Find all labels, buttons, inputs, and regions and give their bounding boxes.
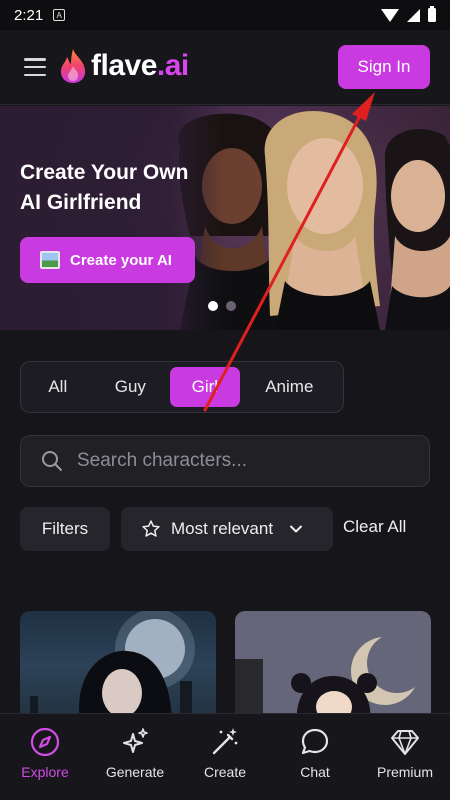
banner-title-line2: AI Girlfriend bbox=[20, 191, 142, 214]
search-box[interactable] bbox=[20, 435, 430, 487]
tab-girl[interactable]: Girl bbox=[170, 367, 240, 407]
chat-bubble-icon bbox=[301, 728, 329, 755]
nav-chat[interactable]: Chat bbox=[270, 714, 360, 800]
carousel-dot-2[interactable] bbox=[226, 301, 236, 311]
bottom-nav: Explore Generate Create Chat Premium bbox=[0, 713, 450, 800]
category-tabs: All Guy Girl Anime bbox=[20, 361, 344, 413]
clear-all-link[interactable]: Clear All bbox=[343, 517, 406, 537]
banner-title-line1: Create Your Own bbox=[20, 161, 189, 184]
tab-guy-label: Guy bbox=[114, 377, 146, 396]
battery-icon bbox=[428, 6, 436, 22]
sign-in-button[interactable]: Sign In bbox=[338, 45, 430, 89]
notification-icon: A bbox=[53, 9, 66, 21]
logo-suffix: .ai bbox=[156, 49, 189, 82]
character-card[interactable] bbox=[235, 611, 431, 721]
status-icons bbox=[381, 6, 436, 22]
character-card-image bbox=[30, 611, 195, 721]
nav-create-label: Create bbox=[203, 764, 247, 780]
tab-girl-label: Girl bbox=[191, 377, 219, 396]
nav-premium[interactable]: Premium bbox=[360, 714, 450, 800]
tab-anime-label: Anime bbox=[265, 377, 314, 396]
search-input[interactable] bbox=[77, 450, 397, 472]
sort-label: Most relevant bbox=[171, 519, 274, 538]
nav-explore-label: Explore bbox=[21, 764, 69, 780]
signal-icon bbox=[407, 8, 420, 22]
image-icon bbox=[40, 251, 60, 269]
create-your-ai-button[interactable]: Create your AI bbox=[20, 237, 195, 283]
tab-all-label: All bbox=[48, 377, 68, 396]
logo[interactable]: flave.ai bbox=[58, 48, 189, 84]
wifi-icon bbox=[381, 8, 399, 22]
nav-chat-label: Chat bbox=[300, 764, 330, 780]
nav-create[interactable]: Create bbox=[180, 714, 270, 800]
character-card[interactable] bbox=[20, 611, 216, 721]
app-header: flave.ai Sign In bbox=[0, 30, 450, 105]
banner-portraits bbox=[0, 106, 450, 330]
create-your-ai-label: Create your AI bbox=[70, 251, 172, 269]
tab-guy[interactable]: Guy bbox=[91, 367, 171, 407]
sort-dropdown[interactable]: Most relevant bbox=[121, 507, 333, 551]
chevron-down-icon bbox=[290, 525, 303, 533]
star-icon bbox=[142, 520, 160, 537]
compass-icon bbox=[30, 727, 60, 757]
nav-premium-label: Premium bbox=[376, 764, 433, 780]
status-bar: 2:21 A bbox=[0, 0, 450, 30]
sparkles-icon bbox=[123, 728, 148, 753]
tab-anime[interactable]: Anime bbox=[240, 367, 339, 407]
logo-text: flave.ai bbox=[91, 49, 189, 83]
menu-icon[interactable] bbox=[24, 58, 46, 76]
filters-button[interactable]: Filters bbox=[20, 507, 110, 551]
character-card-image bbox=[235, 633, 427, 721]
tab-all[interactable]: All bbox=[25, 367, 91, 407]
hero-banner[interactable]: Create Your Own AI Girlfriend Create you… bbox=[0, 106, 450, 330]
carousel-dot-1[interactable] bbox=[208, 301, 218, 311]
nav-explore[interactable]: Explore bbox=[0, 714, 90, 800]
logo-wordmark: flave bbox=[91, 49, 157, 82]
magic-wand-icon bbox=[212, 728, 238, 755]
diamond-icon bbox=[391, 730, 419, 755]
flame-icon bbox=[60, 49, 86, 83]
nav-generate[interactable]: Generate bbox=[90, 714, 180, 800]
carousel-dots bbox=[208, 301, 236, 311]
banner-title: Create Your Own AI Girlfriend bbox=[20, 158, 188, 218]
search-icon bbox=[42, 451, 62, 471]
status-time: 2:21 bbox=[14, 6, 44, 24]
nav-generate-label: Generate bbox=[105, 764, 165, 780]
